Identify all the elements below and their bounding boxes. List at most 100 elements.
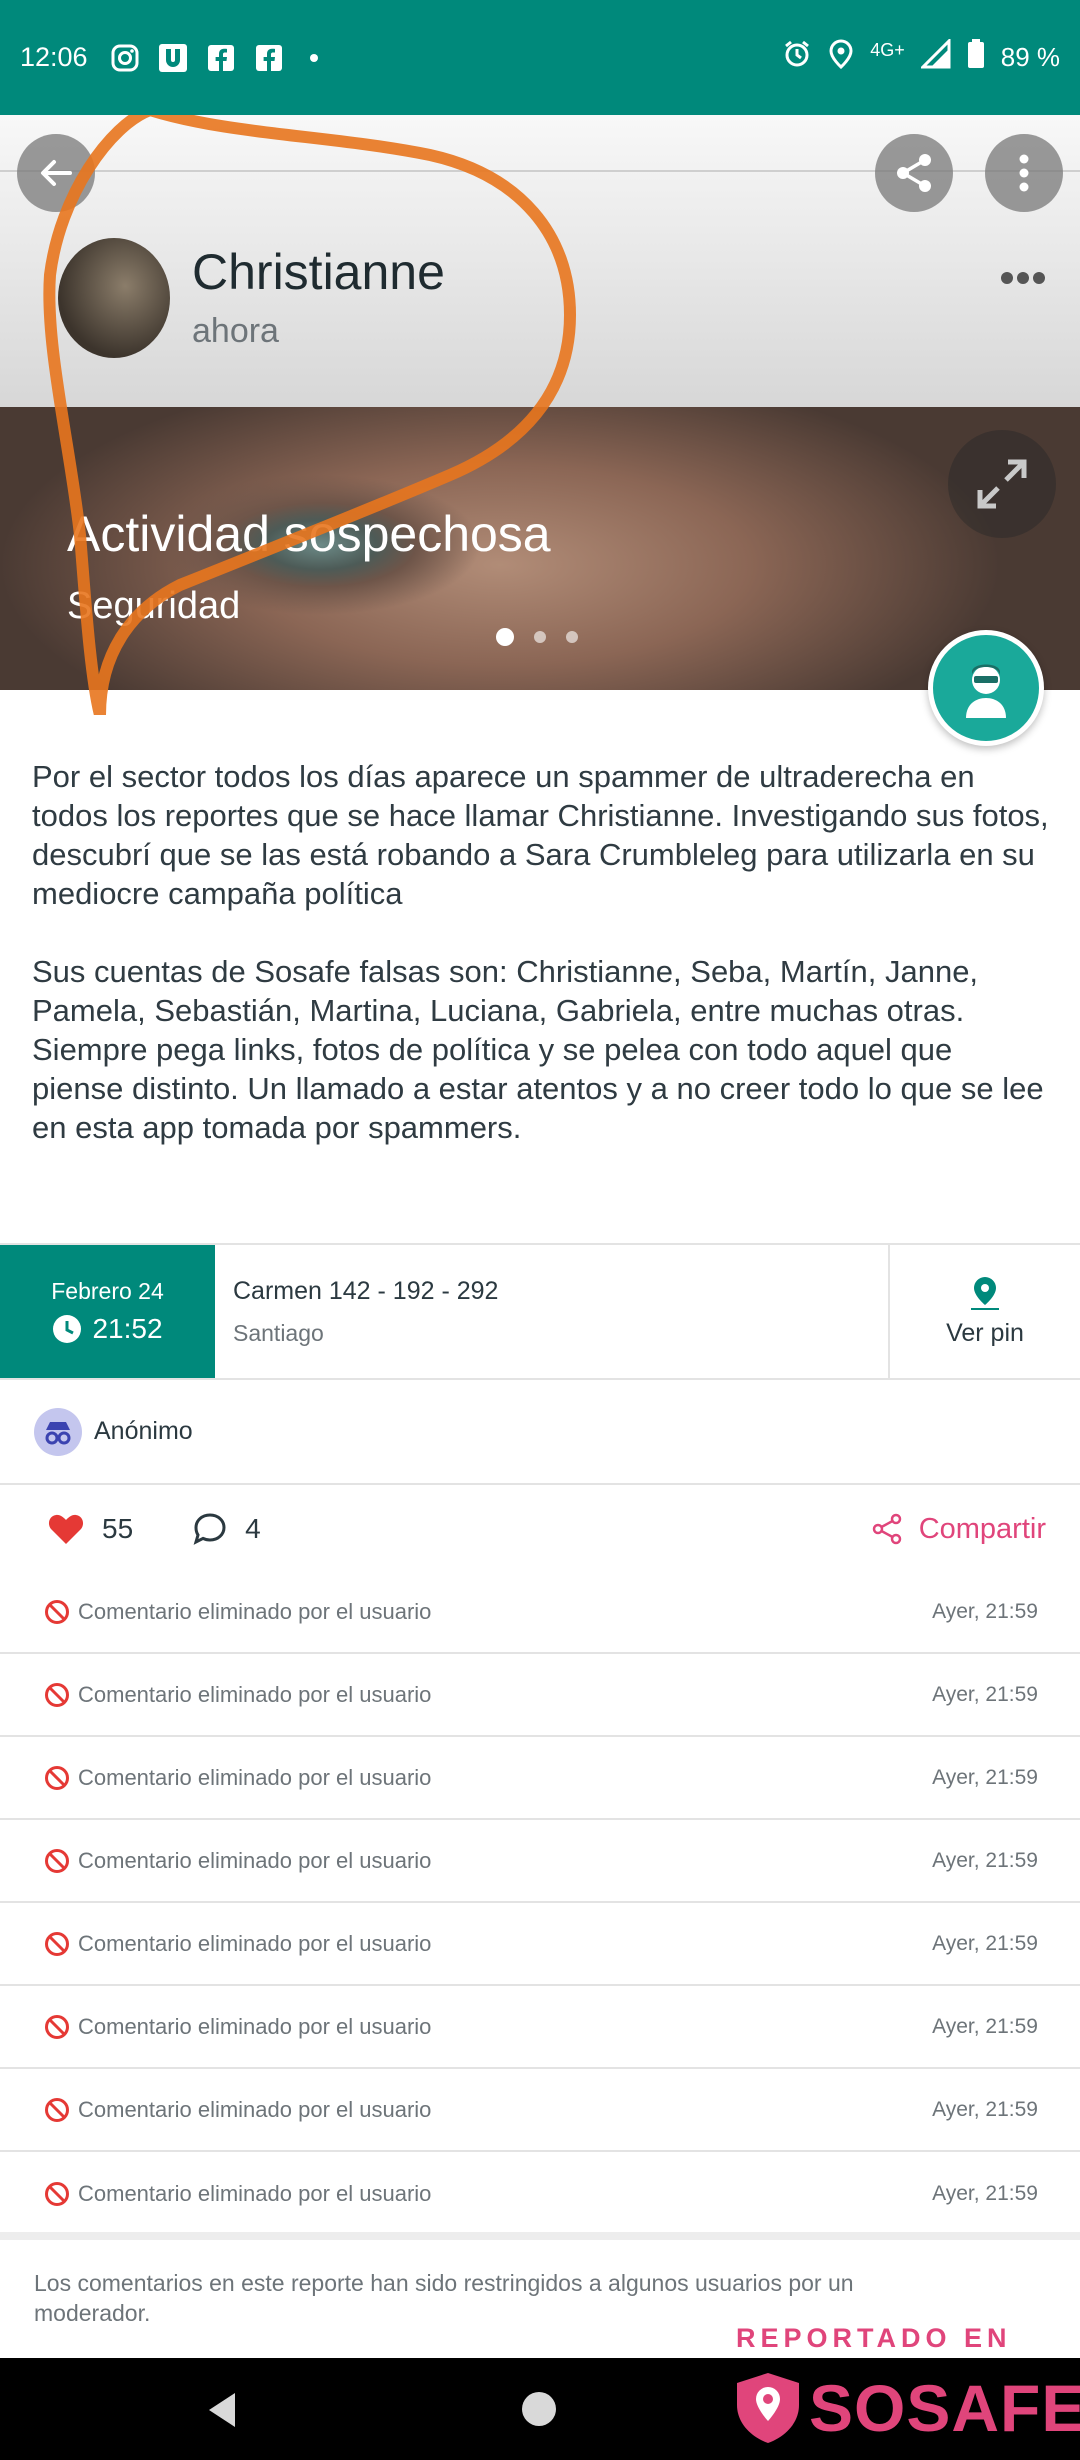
expand-image-button[interactable] [948, 430, 1056, 538]
comment-text: Comentario eliminado por el usuario [78, 1598, 432, 1624]
blocked-icon [44, 2014, 70, 2040]
instagram-icon [110, 43, 140, 73]
moderation-note: Los comentarios en este reporte han sido… [34, 2270, 854, 2326]
post-description: Por el sector todos los días aparece un … [32, 757, 1052, 1186]
pager-dot[interactable] [496, 628, 514, 646]
share-label: Compartir [918, 1512, 1046, 1545]
u-app-icon [158, 43, 188, 73]
comment-time: Ayer, 21:59 [932, 2097, 1038, 2121]
category-security-badge[interactable] [928, 630, 1044, 746]
masked-person-icon [966, 664, 1006, 718]
comment-text: Comentario eliminado por el usuario [78, 2096, 432, 2122]
signal-icon [919, 37, 951, 76]
blocked-icon [44, 2097, 70, 2123]
comment-time: Ayer, 21:59 [932, 1848, 1038, 1872]
comments-count: 4 [245, 1513, 261, 1544]
comment-text: Comentario eliminado por el usuario [78, 1764, 432, 1790]
image-pager[interactable] [496, 628, 578, 646]
sosafe-brand-name: SOSAFE [809, 2371, 1080, 2445]
blocked-icon [44, 1931, 70, 1957]
comment-time: Ayer, 21:59 [932, 1599, 1038, 1623]
comments-list: Comentario eliminado por el usuario Ayer… [0, 1571, 1080, 2235]
comment-item: Comentario eliminado por el usuario Ayer… [0, 1737, 1080, 1820]
section-divider [0, 2232, 1080, 2240]
description-paragraph: Sus cuentas de Sosafe falsas son: Christ… [32, 954, 1044, 1145]
facebook-icon [206, 43, 236, 73]
author-avatar[interactable] [58, 238, 170, 358]
view-pin-button[interactable]: Ver pin [890, 1245, 1080, 1378]
blocked-icon [44, 1765, 70, 1791]
network-label: 4G+ [870, 40, 905, 60]
incident-time: 21:52 [92, 1313, 163, 1344]
post-actions: 55 4 Compartir [0, 1488, 1080, 1570]
comment-item: Comentario eliminado por el usuario Ayer… [0, 1571, 1080, 1654]
comment-text: Comentario eliminado por el usuario [78, 1681, 432, 1707]
nav-home-button[interactable] [522, 2392, 556, 2426]
comment-item: Comentario eliminado por el usuario Ayer… [0, 2069, 1080, 2152]
author-name[interactable]: Christianne [192, 243, 445, 301]
comment-time: Ayer, 21:59 [932, 1682, 1038, 1706]
battery-icon [967, 39, 985, 76]
notification-dot-icon [309, 53, 318, 62]
comment-item: Comentario eliminado por el usuario Ayer… [0, 1820, 1080, 1903]
more-options-button[interactable] [985, 134, 1063, 212]
status-bar: 12:06 4G+ 89 % [0, 0, 1080, 115]
blocked-icon [44, 1848, 70, 1874]
status-time: 12:06 [20, 42, 88, 72]
sosafe-shield-icon [737, 2373, 799, 2443]
facebook-icon [254, 43, 284, 73]
blocked-icon [44, 2181, 70, 2207]
share-icon [897, 154, 931, 192]
description-paragraph: Por el sector todos los días aparece un … [32, 759, 1049, 911]
clock-icon [53, 1315, 82, 1343]
comment-item: Comentario eliminado por el usuario Ayer… [0, 1654, 1080, 1737]
reporter-label: Anónimo [94, 1417, 193, 1445]
comment-item: Comentario eliminado por el usuario Ayer… [0, 1903, 1080, 1986]
expand-icon [977, 459, 1027, 509]
comment-icon[interactable] [193, 1512, 227, 1546]
comment-text: Comentario eliminado por el usuario [78, 2180, 432, 2206]
heart-icon[interactable] [48, 1513, 84, 1545]
anonymous-spy-icon [34, 1407, 82, 1456]
arrow-left-icon [41, 160, 72, 186]
share-button[interactable]: Compartir [871, 1513, 1046, 1546]
comment-item: Comentario eliminado por el usuario Ayer… [0, 2152, 1080, 2235]
location-icon [828, 39, 854, 76]
view-pin-label: Ver pin [946, 1319, 1024, 1347]
blocked-icon [44, 1682, 70, 1708]
likes-count: 55 [102, 1513, 134, 1544]
kebab-menu-icon [1019, 154, 1029, 192]
alarm-icon [782, 39, 812, 76]
comment-text: Comentario eliminado por el usuario [78, 2013, 432, 2039]
comment-item: Comentario eliminado por el usuario Ayer… [0, 1986, 1080, 2069]
comment-time: Ayer, 21:59 [932, 1765, 1038, 1789]
back-button[interactable] [17, 134, 95, 212]
pager-dot[interactable] [534, 631, 546, 643]
comment-text: Comentario eliminado por el usuario [78, 1847, 432, 1873]
post-title: Actividad sospechosa [67, 506, 551, 562]
share-header-button[interactable] [875, 134, 953, 212]
reported-in-label: REPORTADO EN [736, 2323, 1012, 2353]
post-time-ago: ahora [192, 312, 279, 350]
share-icon [872, 1513, 901, 1545]
incident-datetime: Febrero 24 21:52 [0, 1245, 215, 1378]
map-pin-icon [971, 1277, 999, 1310]
incident-location: Carmen 142 - 192 - 292 Santiago [215, 1245, 890, 1378]
reporter-row: Anónimo [0, 1380, 1080, 1485]
incident-info-row: Febrero 24 21:52 Carmen 142 - 192 - 292 … [0, 1243, 1080, 1380]
blocked-icon [44, 1599, 70, 1625]
post-category: Seguridad [67, 585, 241, 627]
incident-city: Santiago [233, 1319, 324, 1346]
incident-address: Carmen 142 - 192 - 292 [233, 1276, 499, 1305]
sosafe-logo: SOSAFE [733, 2370, 1080, 2446]
comment-time: Ayer, 21:59 [932, 2014, 1038, 2038]
incident-date: Febrero 24 [51, 1278, 164, 1304]
comment-time: Ayer, 21:59 [932, 1931, 1038, 1955]
battery-level: 89 % [1000, 42, 1060, 72]
comment-time: Ayer, 21:59 [932, 2181, 1038, 2205]
nav-back-icon[interactable] [205, 2390, 239, 2430]
ellipsis-icon [1001, 272, 1045, 284]
pager-dot[interactable] [566, 631, 578, 643]
comment-text: Comentario eliminado por el usuario [78, 1930, 432, 1956]
author-options-button[interactable] [1000, 252, 1046, 294]
